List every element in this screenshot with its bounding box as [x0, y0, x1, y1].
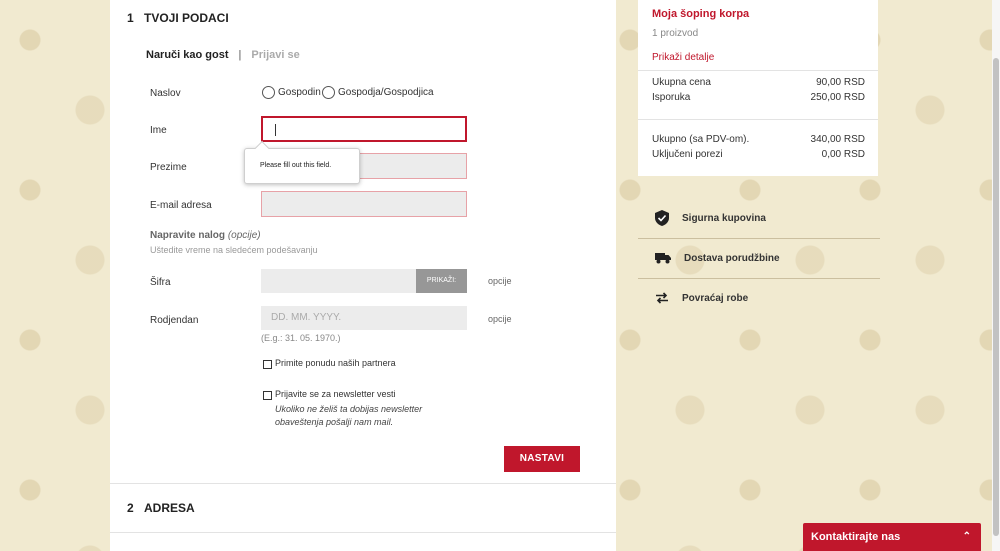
truck-icon — [655, 253, 671, 264]
section-divider — [110, 483, 616, 484]
section-number: 2 — [127, 501, 134, 515]
show-password-button[interactable]: PRIKAŽI: — [416, 269, 467, 293]
tab-guest-order[interactable]: Naruči kao gost — [146, 49, 229, 61]
cart-row-value: 0,00 RSD — [821, 149, 865, 160]
cart-row-label: Uključeni porezi — [652, 149, 723, 160]
section-divider — [110, 532, 616, 533]
section-title: TVOJI PODACI — [144, 11, 229, 25]
radio-mr-label: Gospodin — [278, 87, 321, 98]
password-input[interactable] — [261, 269, 416, 293]
partner-offers-checkbox-row[interactable]: Primite ponudu naših partnera — [263, 358, 396, 369]
first-name-label: Ime — [150, 125, 167, 136]
cart-divider — [638, 70, 878, 71]
shopping-cart-summary: Moja šoping korpa 1 proizvod Prikaži det… — [638, 0, 878, 176]
create-account-optional: (opcije) — [227, 230, 261, 241]
cart-row-shipping: Isporuka 250,00 RSD — [652, 92, 865, 103]
feature-secure-shopping: Sigurna kupovina — [638, 198, 880, 238]
chevron-up-icon: ⌃ — [962, 531, 971, 542]
last-name-label: Prezime — [150, 162, 187, 173]
contact-label: Kontaktirajte nas — [811, 531, 901, 543]
cart-row-value: 250,00 RSD — [810, 92, 865, 103]
feature-delivery: Dostava porudžbine — [638, 238, 880, 278]
newsletter-label: Prijavite se za newsletter vesti — [275, 389, 396, 399]
validation-tooltip: Please fill out this field. — [244, 140, 360, 184]
cart-row-label: Isporuka — [652, 92, 691, 103]
birthday-hint: (E.g.: 31. 05. 1970.) — [261, 333, 341, 343]
title-label: Naslov — [150, 88, 181, 99]
partner-offers-checkbox[interactable] — [263, 360, 272, 369]
cart-row-value: 340,00 RSD — [810, 134, 865, 145]
show-details-link[interactable]: Prikaži detalje — [652, 52, 714, 63]
continue-button[interactable]: NASTAVI — [504, 446, 580, 472]
password-optional-note: opcije — [488, 276, 512, 286]
section-number: 1 — [127, 11, 134, 25]
newsletter-checkbox[interactable] — [263, 391, 272, 400]
checkout-main-panel: 1 TVOJI PODACI Naruči kao gost | Prijavi s… — [110, 0, 616, 551]
tab-login[interactable]: Prijavi se — [251, 49, 299, 61]
tab-separator: | — [238, 49, 242, 61]
scrollbar-thumb[interactable] — [993, 58, 999, 536]
section-title: ADRESA — [144, 501, 195, 515]
tooltip-text: Please fill out this field. — [260, 162, 332, 169]
birthday-placeholder: DD. MM. YYYY. — [271, 312, 342, 323]
create-account-note: Uštedite vreme na sledećem podešavanju — [150, 245, 318, 255]
email-input[interactable] — [261, 191, 467, 217]
first-name-input[interactable] — [261, 116, 467, 142]
checkout-tabs: Naruči kao gost | Prijavi se — [146, 49, 300, 61]
create-account-label: Napravite nalog — [150, 230, 226, 241]
tooltip-arrow — [254, 140, 270, 156]
cart-divider — [638, 119, 878, 120]
radio-mrs[interactable]: Gospodja/Gospodjica — [322, 86, 434, 99]
cart-row-subtotal: Ukupna cena 90,00 RSD — [652, 77, 865, 88]
newsletter-checkbox-row[interactable]: Prijavite se za newsletter vesti — [263, 389, 396, 400]
newsletter-note: Ukoliko ne želiš ta dobijas newsletter o… — [275, 404, 423, 427]
email-label: E-mail adresa — [150, 200, 212, 211]
radio-button[interactable] — [262, 86, 275, 99]
shield-check-icon — [655, 210, 669, 226]
cart-row-label: Ukupna cena — [652, 77, 711, 88]
birthday-label: Rodjendan — [150, 315, 199, 326]
cart-title: Moja šoping korpa — [652, 8, 750, 20]
feature-returns: Povraćaj robe — [638, 278, 880, 318]
feature-label: Dostava porudžbine — [684, 252, 780, 264]
cart-row-value: 90,00 RSD — [816, 77, 865, 88]
partner-offers-label: Primite ponudu naših partnera — [275, 358, 396, 368]
radio-button[interactable] — [322, 86, 335, 99]
birthday-optional-note: opcije — [488, 314, 512, 324]
contact-us-button[interactable]: Kontaktirajte nas ⌃ — [803, 523, 981, 551]
cart-item-count: 1 proizvod — [652, 28, 699, 39]
exchange-arrows-icon — [656, 292, 668, 304]
cart-row-taxes: Uključeni porezi 0,00 RSD — [652, 149, 865, 160]
feature-label: Povraćaj robe — [682, 292, 749, 304]
password-label: Šifra — [150, 277, 171, 288]
feature-label: Sigurna kupovina — [682, 212, 766, 224]
cart-row-label: Ukupno (sa PDV-om). — [652, 134, 750, 145]
birthday-input[interactable]: DD. MM. YYYY. — [261, 306, 467, 330]
create-account-heading: Napravite nalog (opcije) — [150, 230, 261, 241]
radio-mr[interactable]: Gospodin — [262, 86, 321, 99]
radio-mrs-label: Gospodja/Gospodjica — [338, 87, 434, 98]
text-caret — [275, 124, 276, 136]
scrollbar-track[interactable] — [992, 0, 1000, 551]
cart-row-total: Ukupno (sa PDV-om). 340,00 RSD — [652, 134, 865, 145]
